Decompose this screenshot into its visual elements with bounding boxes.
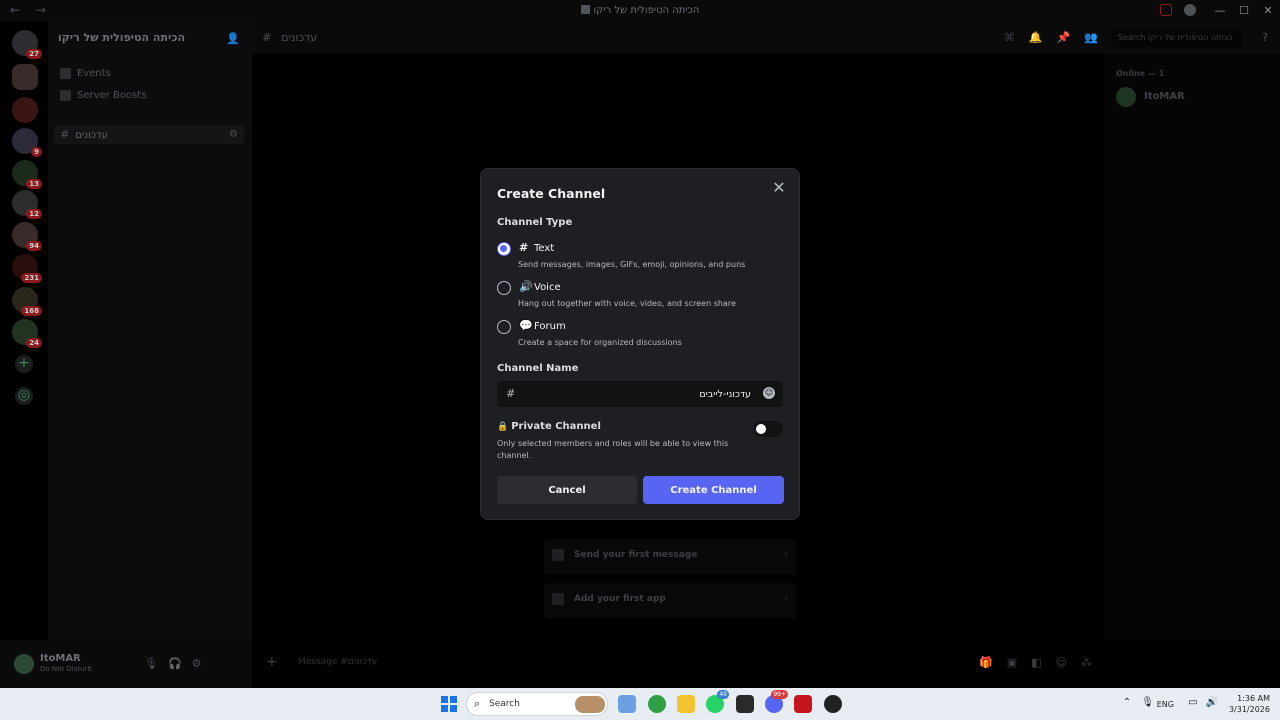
- discord-icon[interactable]: 99+: [765, 690, 788, 713]
- radio-selected[interactable]: [497, 242, 511, 256]
- windows-taskbar: ⌕ Search 49 99+ ⌃ 🎙 ENG ▭ 🔊 1:36 AM 3/31…: [0, 688, 1280, 720]
- acrobat-icon[interactable]: [794, 695, 812, 713]
- radio-unselected[interactable]: [497, 281, 511, 295]
- windows-start-icon[interactable]: [441, 696, 457, 712]
- channel-name-label: Channel Name: [497, 363, 579, 374]
- whatsapp-icon[interactable]: 49: [706, 690, 729, 713]
- channel-type-voice[interactable]: 🔊 Voice Hang out together with voice, vi…: [497, 279, 785, 315]
- emoji-icon[interactable]: ☺: [763, 387, 775, 399]
- channel-name-field[interactable]: # ☺: [497, 381, 783, 407]
- language-indicator[interactable]: ENG: [1157, 700, 1174, 709]
- private-channel-toggle[interactable]: [753, 421, 783, 437]
- copilot-icon[interactable]: [618, 695, 636, 713]
- lock-icon: 🔒: [497, 422, 509, 432]
- app-icon[interactable]: [824, 695, 842, 713]
- channel-type-text[interactable]: # Text Send messages, images, GIFs, emoj…: [497, 240, 785, 276]
- clock[interactable]: 1:36 AM 3/31/2026: [1229, 693, 1270, 715]
- channel-name-input[interactable]: [521, 381, 751, 407]
- private-channel-title: 🔒 Private Channel: [497, 421, 601, 432]
- close-icon[interactable]: ✕: [771, 180, 787, 196]
- forum-icon: 💬: [519, 319, 533, 332]
- private-channel-desc: Only selected members and roles will be …: [497, 439, 729, 460]
- radio-unselected[interactable]: [497, 320, 511, 334]
- file-explorer-icon[interactable]: [677, 695, 695, 713]
- taskbar-search[interactable]: ⌕ Search: [466, 692, 608, 716]
- hash-icon: #: [506, 387, 516, 400]
- volume-icon[interactable]: 🔊: [1206, 697, 1218, 708]
- search-highlight-image: [575, 696, 605, 713]
- speaker-icon: 🔊: [519, 280, 533, 293]
- cancel-button[interactable]: Cancel: [497, 476, 637, 504]
- hash-icon: #: [519, 241, 529, 254]
- channel-type-label: Channel Type: [497, 217, 573, 228]
- channel-type-forum[interactable]: 💬 Forum Create a space for organized dis…: [497, 318, 785, 354]
- chrome-icon[interactable]: [648, 695, 666, 713]
- search-icon: ⌕: [474, 697, 481, 710]
- microphone-icon[interactable]: 🎙: [1141, 697, 1154, 708]
- create-channel-button[interactable]: Create Channel: [643, 476, 784, 504]
- chevron-up-icon[interactable]: ⌃: [1123, 697, 1131, 708]
- modal-title: Create Channel: [497, 186, 606, 201]
- monitor-icon[interactable]: ▭: [1188, 697, 1197, 708]
- epic-games-icon[interactable]: [736, 695, 754, 713]
- toggle-knob: [756, 424, 766, 434]
- create-channel-modal: Create Channel ✕ Channel Type # Text Sen…: [480, 168, 800, 520]
